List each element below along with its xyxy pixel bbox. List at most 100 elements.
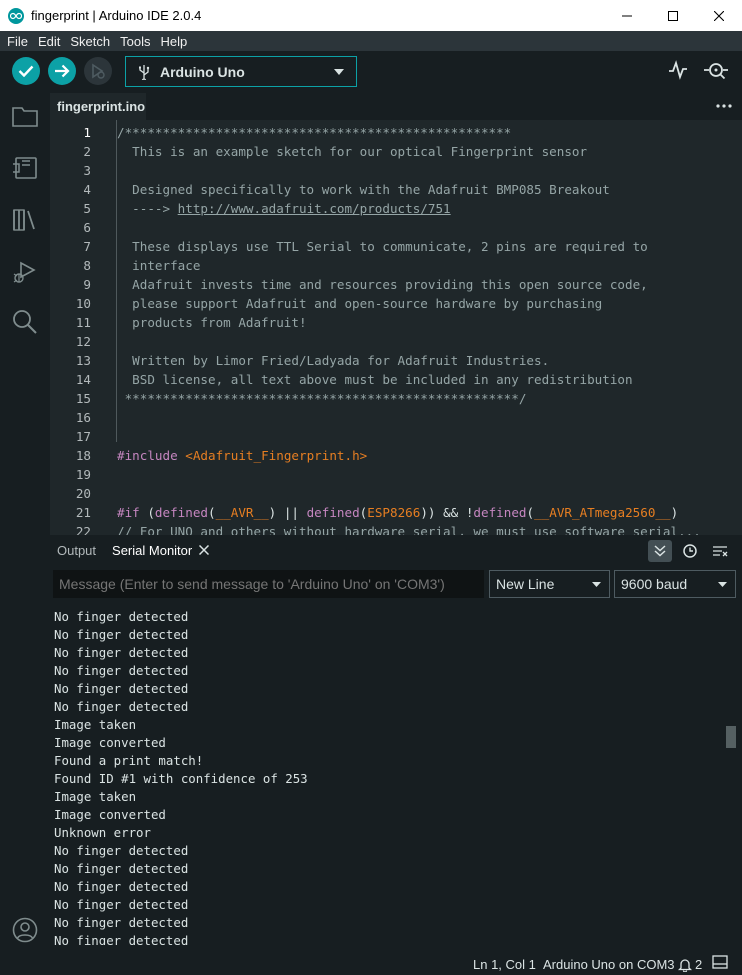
usb-icon: [139, 64, 150, 80]
line-number: 7: [83, 239, 91, 254]
serial-output[interactable]: No finger detected No finger detected No f…: [50, 605, 742, 945]
line-code: Adafruit invests time and resources prov…: [117, 277, 648, 292]
tab-output[interactable]: Output: [57, 543, 96, 558]
line-number: 18: [75, 448, 91, 463]
chevron-down-icon: [334, 69, 344, 75]
code-line: 16: [50, 408, 742, 427]
notifications-button[interactable]: 2: [678, 957, 702, 972]
code-line: 12: [50, 332, 742, 351]
minimize-button[interactable]: [604, 0, 650, 31]
line-number: 17: [75, 429, 91, 444]
clock-icon: [683, 544, 697, 558]
clear-all-icon: [713, 546, 728, 557]
boards-manager-button[interactable]: [11, 154, 39, 182]
code-link[interactable]: http://www.adafruit.com/products/751: [178, 201, 451, 216]
menu-tools[interactable]: Tools: [120, 34, 150, 49]
line-number: 21: [75, 505, 91, 520]
more-actions-button[interactable]: [716, 99, 732, 118]
board-port-status[interactable]: Arduino Uno on COM3: [543, 957, 675, 972]
code-token: ESP8266: [367, 505, 421, 520]
line-ending-value: New Line: [496, 576, 555, 592]
close-icon: [199, 545, 210, 555]
serial-line: No finger detected: [54, 879, 189, 894]
upload-button[interactable]: [48, 57, 76, 85]
menu-edit[interactable]: Edit: [38, 34, 60, 49]
code-line: 20: [50, 484, 742, 503]
board-selector[interactable]: Arduino Uno: [125, 56, 357, 87]
line-number: 13: [75, 353, 91, 368]
line-ending-select[interactable]: New Line: [489, 570, 610, 598]
autoscroll-toggle[interactable]: [648, 540, 672, 562]
serial-line: No finger detected: [54, 645, 189, 660]
line-code: interface: [117, 258, 201, 273]
line-code: ****************************************…: [117, 391, 527, 406]
code-line: 4 Designed specifically to work with the…: [50, 180, 742, 199]
library-manager-button[interactable]: [11, 206, 39, 234]
baud-rate-value: 9600 baud: [621, 576, 688, 592]
menu-help[interactable]: Help: [160, 34, 187, 49]
account-button[interactable]: [11, 916, 39, 944]
serial-line: Found ID #1 with confidence of 253: [54, 771, 308, 786]
scrollbar-thumb[interactable]: [726, 726, 736, 748]
line-number: 11: [75, 315, 91, 330]
menu-sketch[interactable]: Sketch: [70, 34, 110, 49]
code-token: __AVR_ATmega2560__: [534, 505, 671, 520]
close-window-button[interactable]: [696, 0, 742, 31]
arduino-logo-icon: [8, 7, 24, 24]
code-line: 8 interface: [50, 256, 742, 275]
tab-serial-monitor[interactable]: Serial Monitor: [112, 543, 192, 558]
tab-fingerprint-ino[interactable]: fingerprint.ino: [50, 93, 146, 120]
chevron-double-down-icon: [654, 545, 666, 557]
close-serial-monitor-button[interactable]: [199, 545, 210, 555]
timestamp-toggle[interactable]: [678, 540, 702, 562]
toolbar: Arduino Uno: [0, 51, 742, 93]
chevron-down-icon: [718, 582, 727, 587]
menu-file[interactable]: File: [7, 34, 28, 49]
code-include-path: <Adafruit_Fingerprint.h>: [185, 448, 368, 463]
window-title: fingerprint | Arduino IDE 2.0.4: [31, 8, 202, 23]
cursor-position[interactable]: Ln 1, Col 1: [473, 957, 536, 972]
folder-icon: [12, 107, 38, 127]
serial-line: No finger detected: [54, 627, 189, 642]
line-number: 22: [75, 524, 91, 535]
serial-plotter-button[interactable]: [667, 59, 689, 86]
serial-monitor-button[interactable]: [703, 59, 729, 86]
line-number: 1: [83, 125, 91, 140]
layout-icon: [712, 955, 728, 969]
maximize-button[interactable]: [650, 0, 696, 31]
debug-button[interactable]: [84, 57, 112, 85]
sketchbook-button[interactable]: [11, 102, 39, 130]
line-code: please support Adafruit and open-source …: [117, 296, 603, 311]
line-code: // For UNO and others without hardware s…: [117, 524, 701, 535]
baud-rate-select[interactable]: 9600 baud: [614, 570, 736, 598]
serial-monitor-icon: [704, 63, 728, 80]
verify-button[interactable]: [12, 57, 40, 85]
code-keyword: #include: [117, 448, 178, 463]
line-number: 20: [75, 486, 91, 501]
arrow-right-icon: [55, 64, 70, 78]
activity-bar: [0, 93, 50, 950]
layout-toggle-button[interactable]: [712, 955, 728, 972]
code-token: __AVR__: [215, 505, 269, 520]
serial-line: Unknown error: [54, 825, 151, 840]
code-editor[interactable]: 1 /**************************************…: [50, 120, 742, 535]
debug-view-button[interactable]: [11, 258, 39, 286]
serial-line: Image taken: [54, 789, 137, 804]
code-line: 22 // For UNO and others without hardware…: [50, 522, 742, 535]
code-token: (: [208, 505, 216, 520]
code-token: (: [526, 505, 535, 520]
checkmark-icon: [18, 65, 34, 77]
search-button[interactable]: [11, 308, 39, 336]
line-code: This is an example sketch for our optica…: [117, 144, 588, 159]
code-token: defined: [306, 505, 360, 520]
line-code: Designed specifically to work with the A…: [117, 182, 610, 197]
menu-bar: File Edit Sketch Tools Help: [0, 31, 742, 51]
notification-count: 2: [695, 957, 703, 972]
clear-output-button[interactable]: [708, 540, 732, 562]
message-input[interactable]: [53, 570, 484, 598]
serial-line: No finger detected: [54, 915, 189, 930]
code-line: 1 /**************************************…: [50, 123, 742, 142]
line-code: products from Adafruit!: [117, 315, 307, 330]
code-token: ): [670, 505, 679, 520]
minimize-icon: [622, 15, 632, 16]
